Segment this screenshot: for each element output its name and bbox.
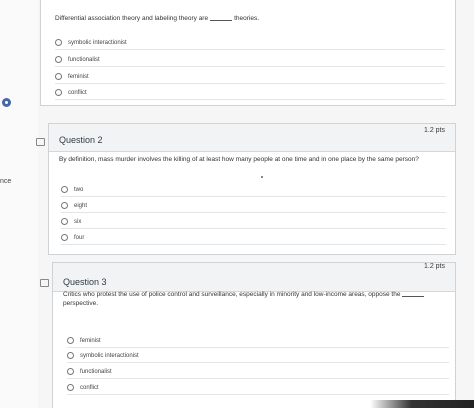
question-2-option-1[interactable]: two xyxy=(61,183,446,197)
question-2-header: Question 2 1.2 pts xyxy=(49,124,455,152)
option-label: symbolic interactionist xyxy=(68,39,127,46)
option-label: symbolic interactionist xyxy=(80,352,139,359)
left-gutter xyxy=(0,0,38,408)
radio-button-icon[interactable] xyxy=(55,39,62,46)
option-label: conflict xyxy=(80,384,99,391)
option-label: feminist xyxy=(80,337,101,344)
question-3-option-2[interactable]: symbolic interactionist xyxy=(67,349,449,363)
option-label: eight xyxy=(74,202,88,209)
option-label: functionalist xyxy=(68,56,100,63)
question-3-points: 1.2 pts xyxy=(423,263,445,270)
info-dot-icon[interactable] xyxy=(2,98,11,107)
question-2-option-2[interactable]: eight xyxy=(61,199,446,213)
flag-question-3-icon[interactable] xyxy=(40,279,49,287)
question-2-points: 1.2 pts xyxy=(423,127,445,134)
radio-button-icon[interactable] xyxy=(67,352,74,359)
option-label: four xyxy=(74,234,85,241)
cursor-mark xyxy=(261,176,263,178)
radio-button-icon[interactable] xyxy=(61,218,68,225)
sidebar-cut-label: nce xyxy=(0,178,12,185)
question-3-option-3[interactable]: functionalist xyxy=(67,365,449,379)
question-2-option-3[interactable]: six xyxy=(61,215,446,229)
question-1-card: Differential association theory and labe… xyxy=(40,0,456,106)
radio-button-icon[interactable] xyxy=(55,73,62,80)
option-label: two xyxy=(74,186,84,193)
question-2-card: Question 2 1.2 pts By definition, mass m… xyxy=(48,123,456,255)
question-1-option-1[interactable]: symbolic interactionist xyxy=(55,36,445,50)
question-2-text: By definition, mass murder involves the … xyxy=(59,156,419,163)
question-3-title: Question 3 xyxy=(63,277,107,287)
radio-button-icon[interactable] xyxy=(67,368,74,375)
radio-button-icon[interactable] xyxy=(55,56,62,63)
flag-question-2-icon[interactable] xyxy=(36,138,45,146)
question-1-text: Differential association theory and labe… xyxy=(55,15,260,22)
radio-button-icon[interactable] xyxy=(61,234,68,241)
question-3-text: Critics who protest the use of police co… xyxy=(63,290,451,308)
option-label: conflict xyxy=(68,89,87,96)
question-3-header: Question 3 1.2 pts xyxy=(53,263,455,292)
answer-blank xyxy=(210,20,233,21)
question-1-option-2[interactable]: functionalist xyxy=(55,53,445,67)
option-label: six xyxy=(74,218,82,225)
taskbar-edge xyxy=(370,400,474,408)
radio-button-icon[interactable] xyxy=(55,89,62,96)
radio-button-icon[interactable] xyxy=(61,202,68,209)
radio-button-icon[interactable] xyxy=(61,186,68,193)
question-1-option-3[interactable]: feminist xyxy=(55,70,445,84)
question-3-card: Question 3 1.2 pts Critics who protest t… xyxy=(52,262,456,408)
question-1-option-4[interactable]: conflict xyxy=(55,86,445,100)
option-label: feminist xyxy=(68,73,89,80)
question-2-title: Question 2 xyxy=(59,135,103,145)
question-2-option-4[interactable]: four xyxy=(61,231,446,245)
radio-button-icon[interactable] xyxy=(67,384,74,391)
answer-blank xyxy=(402,296,425,297)
option-label: functionalist xyxy=(80,368,112,375)
question-3-option-4[interactable]: conflict xyxy=(67,381,449,395)
radio-button-icon[interactable] xyxy=(67,337,74,344)
question-3-option-1[interactable]: feminist xyxy=(67,334,449,348)
